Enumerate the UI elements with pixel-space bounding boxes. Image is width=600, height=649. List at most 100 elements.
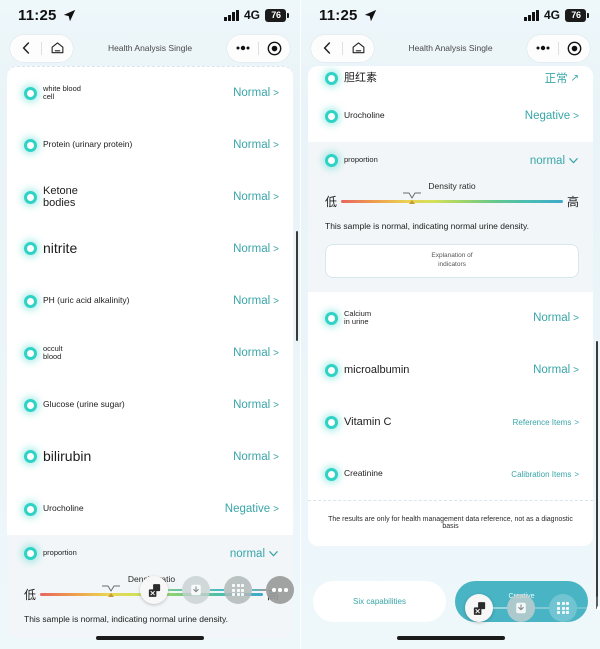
floating-dock[interactable] bbox=[140, 576, 294, 604]
more-menu-button[interactable] bbox=[227, 35, 258, 62]
target-record-button[interactable] bbox=[259, 35, 290, 62]
chevron-right-icon: > bbox=[273, 139, 279, 151]
home-indicator bbox=[396, 636, 505, 640]
density-panel: proportion normal Density ratio 低 bbox=[308, 142, 593, 292]
floating-dock[interactable] bbox=[465, 594, 600, 622]
row-left: Creatinine bbox=[325, 467, 383, 481]
indicator-value[interactable]: Normal > bbox=[533, 312, 579, 324]
chevron-down-icon bbox=[269, 551, 278, 557]
chevron-right-icon: > bbox=[573, 312, 579, 324]
back-chevron-icon bbox=[22, 42, 29, 54]
battery-indicator: 76 bbox=[565, 8, 589, 22]
grid-apps-button[interactable] bbox=[224, 576, 252, 604]
target-record-icon bbox=[267, 41, 282, 55]
indicator-value[interactable]: Normal > bbox=[533, 364, 579, 376]
indicator-label: Urocholine bbox=[43, 503, 84, 514]
indicator-value[interactable]: Negative > bbox=[525, 110, 579, 122]
grid-apps-icon bbox=[556, 601, 570, 615]
indicator-label: Creatinine bbox=[344, 468, 383, 479]
density-header[interactable]: proportion normal bbox=[325, 154, 579, 167]
table-row[interactable]: Calcium in urine Normal > bbox=[308, 292, 593, 344]
table-row[interactable]: nitrite Normal > bbox=[7, 223, 293, 275]
indicator-value[interactable]: Normal > bbox=[233, 87, 279, 99]
density-note: This sample is normal, indicating normal… bbox=[24, 614, 228, 624]
indicator-value[interactable]: 正常 ↗ bbox=[545, 70, 579, 86]
indicator-label: Urocholine bbox=[344, 110, 385, 121]
table-row[interactable]: Urocholine Negative > bbox=[7, 483, 293, 535]
table-row[interactable]: occult blood Normal > bbox=[7, 327, 293, 379]
indicator-value[interactable]: Negative > bbox=[225, 503, 279, 515]
table-row[interactable]: Glucose (urine sugar) Normal > bbox=[7, 379, 293, 431]
table-row[interactable]: Urocholine Negative > bbox=[308, 90, 593, 142]
proportion-value[interactable]: normal bbox=[230, 548, 279, 560]
screenshot-icon-button[interactable] bbox=[465, 594, 493, 622]
download-icon bbox=[516, 602, 526, 614]
indicator-label: Ketone bodies bbox=[43, 184, 78, 209]
indicator-value[interactable]: Normal > bbox=[233, 347, 279, 359]
table-row[interactable]: Protein (urinary protein) Normal > bbox=[7, 119, 293, 171]
more-menu-button[interactable] bbox=[527, 35, 558, 62]
back-button[interactable] bbox=[311, 35, 342, 62]
table-row[interactable]: 胆红素 正常 ↗ bbox=[308, 66, 593, 90]
dock-more-button[interactable] bbox=[591, 594, 600, 622]
indicator-list-card-top: 胆红素 正常 ↗ Urocholine Negative > proportio… bbox=[308, 66, 593, 546]
indicator-value[interactable]: Reference Items > bbox=[513, 418, 579, 427]
row-left: white blood cell bbox=[24, 84, 81, 102]
status-dot-icon bbox=[24, 398, 37, 412]
table-row[interactable]: bilirubin Normal > bbox=[7, 431, 293, 483]
disclaimer-text: The results are only for health manageme… bbox=[308, 501, 593, 546]
indicator-list-card: white blood cell Normal > Protein (urina… bbox=[7, 66, 293, 638]
status-dot-icon bbox=[24, 502, 37, 516]
indicator-value-text: Negative bbox=[524, 110, 571, 122]
dock-link bbox=[493, 606, 507, 610]
six-capabilities-button[interactable]: Six capabilities bbox=[313, 581, 446, 622]
indicator-value[interactable]: Calibration Items > bbox=[511, 470, 579, 479]
chevron-right-icon: > bbox=[273, 399, 279, 411]
density-header[interactable]: proportion normal bbox=[24, 547, 279, 560]
dock-more-button[interactable] bbox=[266, 576, 294, 604]
left-scroll-body[interactable]: white blood cell Normal > Protein (urina… bbox=[0, 66, 300, 649]
nav-bar: Health Analysis Single bbox=[301, 30, 600, 66]
row-left: occult blood bbox=[24, 344, 63, 362]
table-row[interactable]: Creatinine Calibration Items > bbox=[308, 448, 593, 500]
table-row[interactable]: microalbumin Normal > bbox=[308, 344, 593, 396]
indicator-value[interactable]: Normal > bbox=[233, 295, 279, 307]
home-icon bbox=[51, 42, 64, 54]
indicator-value-text: Normal bbox=[233, 399, 271, 411]
dock-link bbox=[168, 588, 182, 592]
explanation-of-indicators-button[interactable]: Explanation of indicators bbox=[325, 244, 579, 278]
status-dot-icon bbox=[325, 109, 338, 123]
indicator-value[interactable]: Normal > bbox=[233, 399, 279, 411]
download-icon-button[interactable] bbox=[182, 576, 210, 604]
grid-apps-button[interactable] bbox=[549, 594, 577, 622]
indicator-value[interactable]: Normal > bbox=[233, 451, 279, 463]
home-icon bbox=[352, 42, 365, 54]
download-icon-button[interactable] bbox=[507, 594, 535, 622]
density-ratio-title: Density ratio bbox=[428, 181, 476, 191]
indicator-value-text: Normal bbox=[233, 243, 271, 255]
left-phone-screen: 11:25 4G 76 Health Analysis Single white… bbox=[0, 0, 300, 649]
indicator-value[interactable]: Normal > bbox=[233, 191, 279, 203]
scrollbar-thumb[interactable] bbox=[295, 231, 298, 341]
proportion-label: proportion bbox=[344, 155, 378, 165]
table-row[interactable]: PH (uric acid alkalinity) Normal > bbox=[7, 275, 293, 327]
proportion-value[interactable]: normal bbox=[530, 155, 579, 167]
screenshot-icon-button[interactable] bbox=[140, 576, 168, 604]
row-left: microalbumin bbox=[325, 363, 409, 377]
scrollbar-thumb[interactable] bbox=[595, 341, 598, 609]
table-row[interactable]: white blood cell Normal > bbox=[7, 67, 293, 119]
home-button[interactable] bbox=[343, 35, 374, 62]
home-button[interactable] bbox=[42, 35, 73, 62]
back-button[interactable] bbox=[10, 35, 41, 62]
more-dots-icon bbox=[236, 45, 249, 51]
right-scroll-body[interactable]: 胆红素 正常 ↗ Urocholine Negative > proportio… bbox=[301, 66, 600, 649]
dock-link bbox=[577, 606, 591, 610]
network-type: 4G bbox=[543, 8, 560, 22]
network-type: 4G bbox=[243, 8, 260, 22]
marker-triangle-icon bbox=[409, 200, 416, 204]
indicator-value[interactable]: Normal > bbox=[233, 243, 279, 255]
table-row[interactable]: Ketone bodies Normal > bbox=[7, 171, 293, 223]
table-row[interactable]: Vitamin C Reference Items > bbox=[308, 396, 593, 448]
target-record-button[interactable] bbox=[559, 35, 590, 62]
indicator-value[interactable]: Normal > bbox=[233, 139, 279, 151]
